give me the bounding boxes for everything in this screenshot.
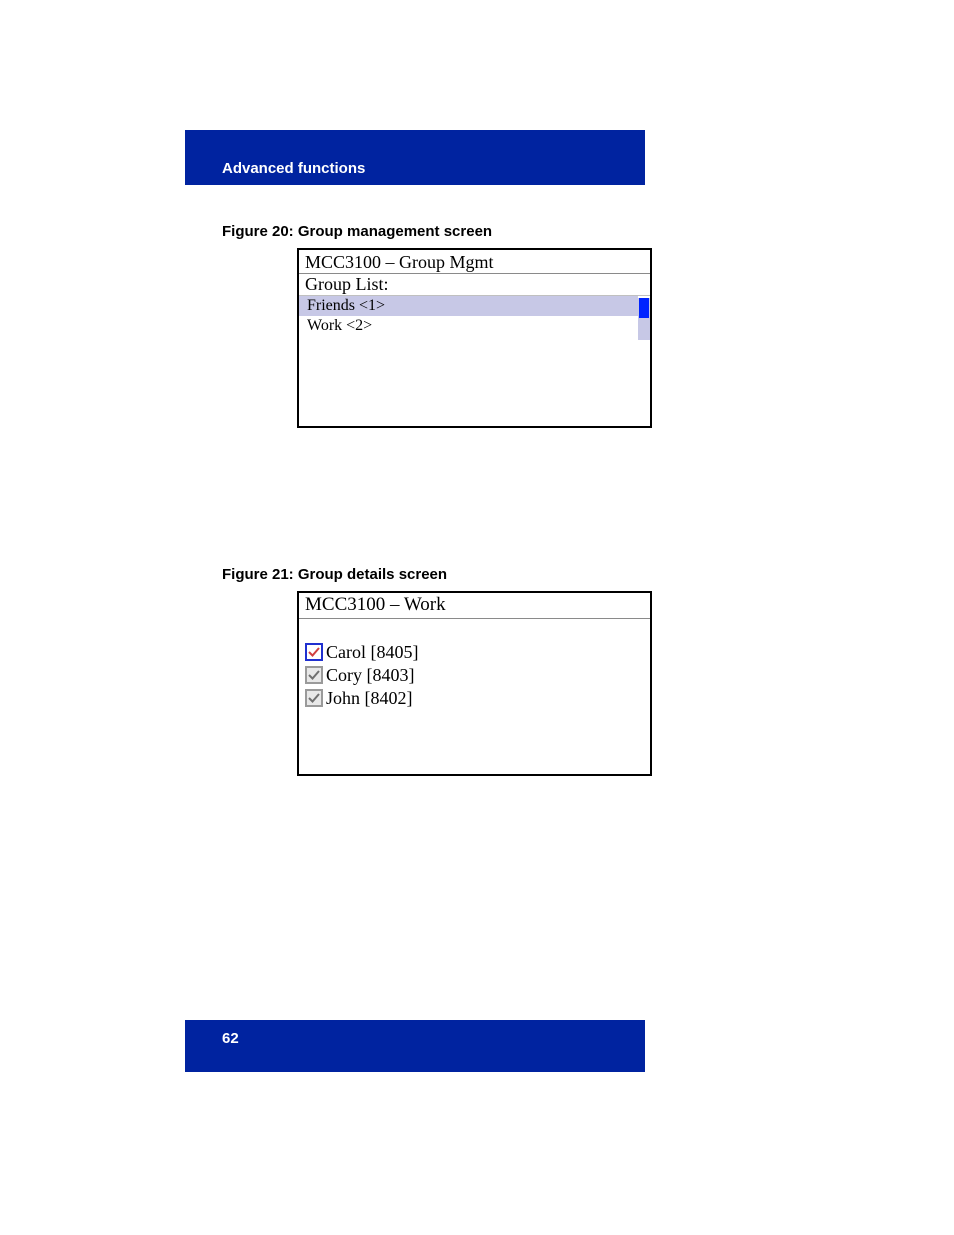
window-title: MCC3100 – Group Mgmt [299, 250, 650, 274]
figure-21-caption: Figure 21: Group details screen [222, 566, 805, 583]
section-title: Advanced functions [222, 160, 365, 177]
member-label: Carol [8405] [326, 641, 418, 663]
group-list: Friends <1> Work <2> [299, 296, 650, 336]
scrollbar-thumb[interactable] [639, 298, 649, 318]
member-label: Cory [8403] [326, 664, 415, 686]
section-header: Advanced functions [185, 130, 645, 185]
member-label: John [8402] [326, 687, 413, 709]
list-label: Group List: [299, 274, 650, 296]
checkbox-icon[interactable] [305, 689, 323, 707]
figure-20-screen: MCC3100 – Group Mgmt Group List: Friends… [297, 248, 652, 428]
figure-20-caption: Figure 20: Group management screen [222, 223, 805, 240]
member-list: Carol [8405] Cory [8403] [299, 619, 650, 709]
window-title: MCC3100 – Work [299, 593, 650, 619]
checkbox-icon[interactable] [305, 666, 323, 684]
checkbox-icon[interactable] [305, 643, 323, 661]
list-item[interactable]: John [8402] [305, 687, 644, 709]
list-item[interactable]: Friends <1> [299, 296, 638, 316]
list-item[interactable]: Cory [8403] [305, 664, 644, 686]
figure-21-screen: MCC3100 – Work Carol [8405] [297, 591, 652, 776]
scrollbar[interactable] [638, 298, 650, 340]
page-number: 62 [222, 1030, 239, 1047]
list-item[interactable]: Work <2> [299, 316, 638, 336]
page-footer: 62 [185, 1020, 645, 1072]
list-item[interactable]: Carol [8405] [305, 641, 644, 663]
